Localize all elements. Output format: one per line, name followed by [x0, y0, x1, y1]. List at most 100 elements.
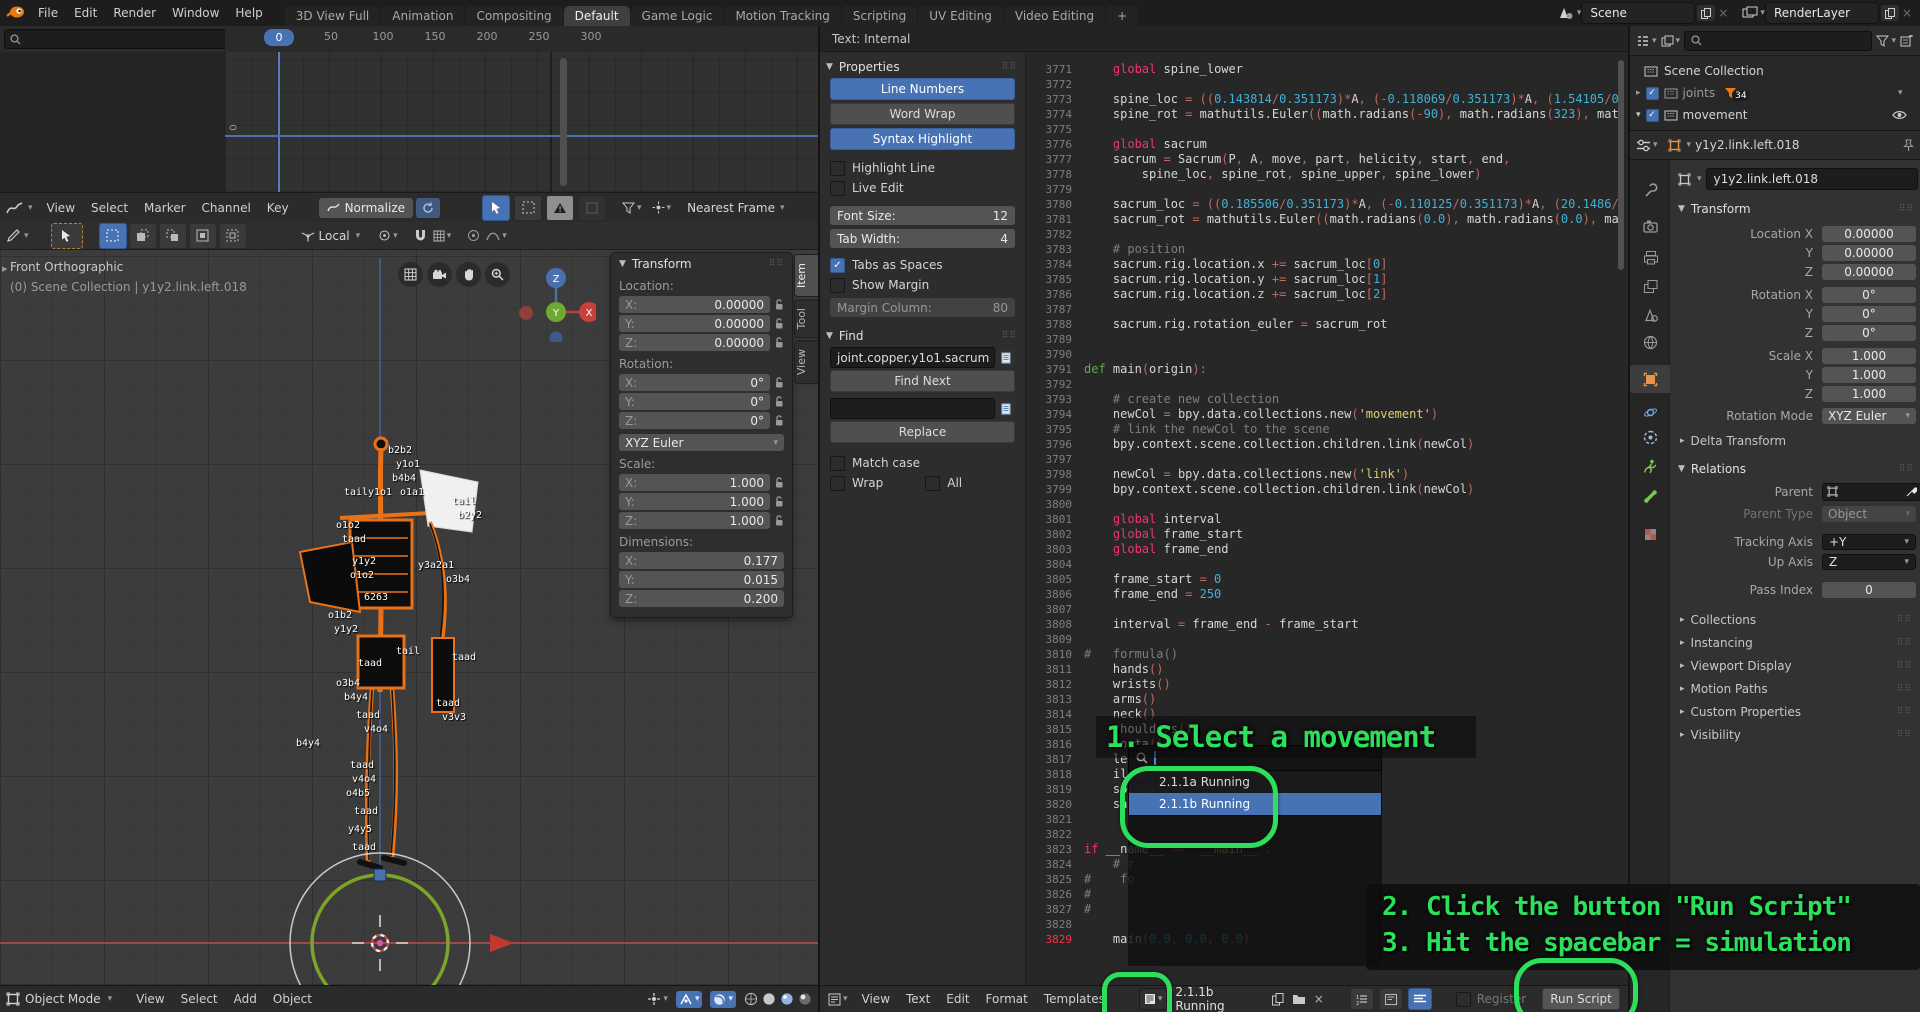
- falloff-dropdown[interactable]: ▾: [486, 230, 507, 241]
- open-file-icon[interactable]: [1292, 993, 1306, 1005]
- editor-type-graph-icon[interactable]: [6, 201, 24, 215]
- transform-section-header[interactable]: ▼Transform⠿⠿: [1670, 198, 1920, 220]
- code-line-3774[interactable]: 3774 spine_rot = mathutils.Euler((math.r…: [1026, 107, 1622, 122]
- pass-index-input[interactable]: 0: [1822, 582, 1916, 598]
- prop-field-z-8[interactable]: 1.000: [1822, 386, 1916, 402]
- panel-grip[interactable]: ⠿⠿: [1897, 707, 1912, 717]
- replace-bookmark-icon[interactable]: [997, 399, 1015, 418]
- outliner-display-mode-dropdown[interactable]: ▾: [1636, 35, 1657, 47]
- code-line-3780[interactable]: 3780 sacrum_loc = ((0.185506/0.351173)*A…: [1026, 197, 1622, 212]
- code-line-3790[interactable]: 3790: [1026, 347, 1622, 362]
- shading-sphere-dropdown[interactable]: ▾: [710, 991, 736, 1008]
- filter-dropdown[interactable]: ▾: [622, 202, 642, 214]
- armature-skeleton[interactable]: [280, 430, 520, 890]
- dimension-field-z[interactable]: Z:0.200: [619, 590, 784, 607]
- lock-icon[interactable]: [774, 337, 784, 349]
- warning-icon[interactable]: [546, 195, 574, 221]
- prop-field-z-5[interactable]: 0°: [1822, 325, 1916, 341]
- select-new-icon[interactable]: [99, 223, 127, 249]
- code-line-3805[interactable]: 3805 frame_start = 0: [1026, 572, 1622, 587]
- eyedropper-icon[interactable]: [1906, 486, 1917, 497]
- lock-icon[interactable]: [774, 396, 784, 408]
- select-subtract-icon[interactable]: [159, 223, 187, 249]
- dimension-field-y[interactable]: Y:0.015: [619, 571, 784, 588]
- timeline-ruler[interactable]: 050100150200250300: [225, 26, 818, 52]
- select-intersect-icon[interactable]: [219, 223, 247, 249]
- menu-item-key[interactable]: Key: [259, 201, 297, 215]
- select-invert-icon[interactable]: [189, 223, 217, 249]
- scale-field-x[interactable]: X:1.000: [619, 474, 770, 491]
- code-line-3773[interactable]: 3773 spine_loc = ((0.143814/0.351173)*A,…: [1026, 92, 1622, 107]
- highlight-line-checkbox[interactable]: Highlight Line: [830, 158, 1015, 178]
- footer-line-numbers-icon[interactable]: 12: [1350, 988, 1374, 1010]
- code-line-3793[interactable]: 3793 # create new collection: [1026, 392, 1622, 407]
- prop-field-location-x-0[interactable]: 0.00000: [1822, 226, 1916, 242]
- scene-name[interactable]: Scene: [1584, 6, 1692, 20]
- sidebar-tab-item[interactable]: Item: [794, 254, 818, 297]
- outliner-scope-dropdown[interactable]: ▾: [1661, 35, 1681, 47]
- pivot-point-dropdown[interactable]: ▾: [378, 229, 398, 242]
- panel-grip[interactable]: ⠿⠿: [1897, 638, 1912, 648]
- sidebar-tab-view[interactable]: View: [794, 340, 818, 384]
- show-gizmo-dropdown[interactable]: ▾: [647, 992, 668, 1006]
- code-line-3782[interactable]: 3782: [1026, 227, 1622, 242]
- rotation-mode-dropdown[interactable]: XYZ Euler▾: [1822, 408, 1916, 424]
- live-edit-checkbox[interactable]: Live Edit: [830, 178, 1015, 198]
- properties-tab-render[interactable]: [1630, 212, 1670, 240]
- snap-magnet-icon[interactable]: [414, 229, 427, 242]
- parent-type-dropdown[interactable]: Object▾: [1822, 506, 1916, 522]
- unlink-text-icon[interactable]: ×: [1314, 992, 1324, 1006]
- new-text-icon[interactable]: [1272, 993, 1284, 1006]
- outliner-filter-icon[interactable]: ▾: [1876, 35, 1896, 47]
- code-line-3799[interactable]: 3799 bpy.context.scene.collection.childr…: [1026, 482, 1622, 497]
- code-line-3803[interactable]: 3803 global frame_end: [1026, 542, 1622, 557]
- graph-grid[interactable]: 0: [225, 52, 818, 192]
- menu-item-format[interactable]: Format: [978, 992, 1036, 1006]
- outliner-row-joints[interactable]: ▸ ✓ joints 34 ▾: [1636, 83, 1749, 103]
- find-next-button[interactable]: Find Next: [830, 370, 1015, 392]
- properties-tab-physics[interactable]: [1630, 398, 1670, 426]
- rotation-field-y[interactable]: Y:0°: [619, 393, 770, 410]
- menu-item-edit[interactable]: Edit: [938, 992, 977, 1006]
- camera-view-icon[interactable]: [427, 262, 452, 287]
- box-select-icon[interactable]: [514, 195, 542, 221]
- code-line-3796[interactable]: 3796 bpy.context.scene.collection.childr…: [1026, 437, 1622, 452]
- code-line-3779[interactable]: 3779: [1026, 182, 1622, 197]
- code-line-3784[interactable]: 3784 sacrum.rig.location.x += sacrum_loc…: [1026, 257, 1622, 272]
- workspace-tab-scripting[interactable]: Scripting: [842, 6, 917, 26]
- rotate-gizmo[interactable]: [280, 843, 520, 985]
- find-panel-header[interactable]: ▼Find ⠿⠿: [820, 317, 1025, 347]
- panel-grip[interactable]: ⠿⠿: [1897, 615, 1912, 625]
- find-input[interactable]: joint.copper.y1o1.sacrum: [830, 347, 995, 368]
- open-text-name[interactable]: 2.1.1b Running: [1175, 985, 1257, 1012]
- prop-field-y-4[interactable]: 0°: [1822, 306, 1916, 322]
- footer-syntax-icon[interactable]: [1408, 988, 1432, 1010]
- prop-field-y-1[interactable]: 0.00000: [1822, 245, 1916, 261]
- properties-tab-object-data[interactable]: [1630, 482, 1670, 510]
- properties-tab-view-layer[interactable]: [1630, 272, 1670, 300]
- word-wrap-toggle[interactable]: Word Wrap: [830, 103, 1015, 125]
- current-frame-badge[interactable]: 0: [264, 29, 294, 46]
- pan-hand-icon[interactable]: [456, 262, 481, 287]
- rotation-mode-dropdown[interactable]: XYZ Euler▾: [619, 434, 784, 451]
- unlink-scene-icon[interactable]: ×: [1718, 6, 1728, 20]
- text-properties-header[interactable]: ▼Properties ⠿⠿: [820, 52, 1025, 78]
- tweak-tool-icon[interactable]: [482, 195, 510, 221]
- transform-orientation-dropdown[interactable]: Local▾: [301, 229, 361, 243]
- pin-icon[interactable]: [1903, 139, 1914, 152]
- zoom-icon[interactable]: [485, 262, 510, 287]
- location-field-z[interactable]: Z:0.00000: [619, 334, 770, 351]
- select-extend-icon[interactable]: [129, 223, 157, 249]
- code-line-3809[interactable]: 3809: [1026, 632, 1622, 647]
- code-line-3785[interactable]: 3785 sacrum.rig.location.y += sacrum_loc…: [1026, 272, 1622, 287]
- all-checkbox[interactable]: All: [925, 476, 962, 491]
- axis-orientation-gizmo[interactable]: Z X Y: [516, 262, 596, 342]
- code-line-3812[interactable]: 3812 wrists(): [1026, 677, 1622, 692]
- lock-icon[interactable]: [774, 415, 784, 427]
- margin-column-slider[interactable]: Margin Column:80: [830, 298, 1015, 317]
- code-line-3804[interactable]: 3804: [1026, 557, 1622, 572]
- code-line-3786[interactable]: 3786 sacrum.rig.location.z += sacrum_loc…: [1026, 287, 1622, 302]
- code-line-3787[interactable]: 3787: [1026, 302, 1622, 317]
- code-line-3800[interactable]: 3800: [1026, 497, 1622, 512]
- code-line-3808[interactable]: 3808 interval = frame_end - frame_start: [1026, 617, 1622, 632]
